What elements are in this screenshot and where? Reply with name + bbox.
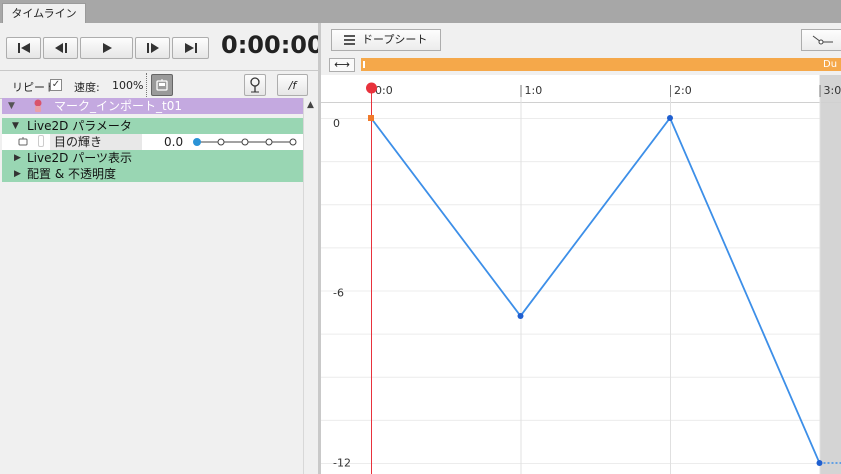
curve-graph[interactable]: 0:0 1:0 2:0 3:0 0 -6 -12: [321, 75, 841, 474]
expand-triangle-icon[interactable]: ▼: [12, 118, 19, 134]
value-label: -12: [333, 456, 351, 469]
group-label-parts: Live2D パーツ表示: [27, 151, 132, 165]
model-row[interactable]: ▼ マーク_インポート_t01: [2, 98, 303, 114]
keyframe-point-selected: [368, 115, 374, 121]
group-label-placement: 配置 & 不透明度: [27, 167, 116, 181]
range-end-label: Du: [823, 59, 838, 70]
time-label: 3:0: [824, 84, 841, 97]
skip-to-start-icon: [17, 43, 30, 53]
character-icon: [34, 99, 42, 112]
marker-button[interactable]: [244, 74, 266, 96]
expand-triangle-icon[interactable]: ▶: [14, 166, 21, 182]
scroll-up-icon[interactable]: ▲: [307, 100, 314, 110]
curve-mode-button[interactable]: [801, 29, 841, 51]
fps-button[interactable]: /f: [277, 74, 308, 96]
value-label: -6: [333, 287, 344, 300]
curve-icon: [812, 35, 833, 45]
fit-range-button[interactable]: ⟷: [329, 58, 355, 72]
keyframe-point: [517, 312, 524, 319]
step-back-icon: [54, 43, 67, 53]
skip-to-end-icon: [184, 43, 197, 53]
expand-triangle-icon[interactable]: ▼: [8, 98, 15, 114]
skip-to-start-button[interactable]: [6, 37, 41, 59]
group-row-parts[interactable]: ▶ Live2D パーツ表示: [2, 150, 303, 166]
tab-bar: タイムライン: [0, 0, 841, 23]
curve-graph-canvas[interactable]: 0:0 1:0 2:0 3:0 0 -6 -12: [321, 75, 841, 474]
time-label: 2:0: [674, 84, 692, 97]
time-label: 1:0: [525, 84, 543, 97]
param-name: 目の輝き: [50, 134, 142, 150]
group-row-placement[interactable]: ▶ 配置 & 不透明度: [2, 166, 303, 182]
dopesheet-icon: [344, 35, 355, 45]
step-back-button[interactable]: [43, 37, 78, 59]
playback-options: リピート ✓ 速度: 100% /f: [0, 73, 318, 97]
step-forward-button[interactable]: [135, 37, 170, 59]
timecode-display: 0:00:00: [221, 31, 324, 59]
param-value[interactable]: 0.0: [164, 134, 183, 150]
visibility-toggle[interactable]: [38, 135, 44, 147]
keyframe-point: [667, 115, 673, 121]
skip-to-end-button[interactable]: [172, 37, 209, 59]
param-row[interactable]: 目の輝き 0.0: [2, 134, 303, 150]
expand-triangle-icon[interactable]: ▶: [14, 150, 21, 166]
step-forward-icon: [146, 43, 159, 53]
timeline-left-panel: 0:00:00 リピート ✓ 速度: 100% /f ▼ マーク_インポート_t…: [0, 23, 324, 474]
time-label: 0:0: [375, 84, 393, 97]
keyframe-point: [816, 460, 823, 466]
value-label: 0: [333, 117, 340, 130]
repeat-checkbox[interactable]: ✓: [50, 79, 62, 91]
model-name: マーク_インポート_t01: [54, 99, 182, 113]
tab-timeline[interactable]: タイムライン: [2, 3, 86, 23]
playback-range-bar[interactable]: Du: [361, 58, 841, 71]
pin-icon: [250, 77, 260, 93]
robot-icon: [156, 79, 168, 91]
speed-label: 速度:: [74, 81, 100, 94]
timeline-graph-panel: ドープシート ⟷ Du 0:0 1:0 2:0 3:0 0 -6 -12: [321, 23, 841, 474]
range-start-handle[interactable]: [363, 61, 365, 68]
out-of-range-region: [819, 75, 841, 474]
play-icon: [102, 43, 112, 53]
play-button[interactable]: [80, 37, 133, 59]
tree-scrollbar[interactable]: ▲: [303, 98, 318, 474]
playhead-marker-icon: [366, 82, 377, 94]
speed-value[interactable]: 100%: [112, 79, 143, 92]
dopesheet-button[interactable]: ドープシート: [331, 29, 441, 51]
loop-view-button[interactable]: [151, 74, 173, 96]
divider: [146, 73, 147, 97]
group-row-params[interactable]: ▼ Live2D パラメータ: [2, 118, 303, 134]
divider: [0, 70, 318, 71]
dopesheet-label: ドープシート: [362, 33, 428, 46]
group-label-params: Live2D パラメータ: [27, 119, 132, 133]
keyframe-slider[interactable]: [192, 137, 302, 147]
param-type-icon: [18, 137, 28, 146]
